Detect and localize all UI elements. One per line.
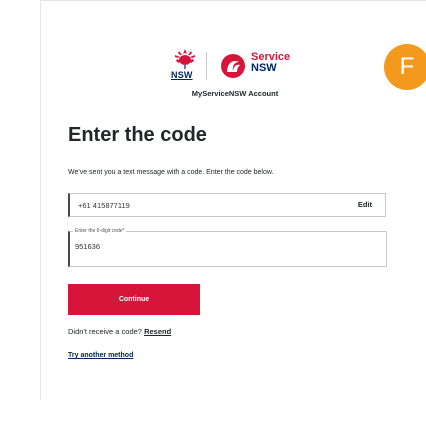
code-field[interactable]: Enter the 6-digit code* xyxy=(68,228,387,267)
resend-prompt: Didn't receive a code? Resend xyxy=(68,327,171,336)
content-frame-top-border xyxy=(40,0,426,1)
page-title: Enter the code xyxy=(68,124,207,146)
continue-button[interactable]: Continue xyxy=(68,284,200,315)
code-field-label: Enter the 6-digit code* xyxy=(73,228,127,234)
nsw-word: NSW xyxy=(251,62,277,74)
resend-prompt-text: Didn't receive a code? xyxy=(68,327,142,336)
service-nsw-wordmark: Service NSW xyxy=(251,52,290,74)
code-input[interactable] xyxy=(75,242,275,251)
user-avatar[interactable]: F xyxy=(384,44,426,90)
phone-number-field: +61 415877119 Edit xyxy=(68,193,386,217)
try-another-method-link[interactable]: Try another method xyxy=(68,352,133,359)
nsw-logo-text: NSW xyxy=(171,70,193,80)
account-label: MyServiceNSW Account xyxy=(191,89,279,98)
brand-logos: NSW Service NSW xyxy=(170,48,315,86)
instruction-text: We've sent you a text message with a cod… xyxy=(68,169,274,176)
phone-number-value: +61 415877119 xyxy=(78,201,130,210)
content-frame-left-border xyxy=(40,0,41,400)
service-nsw-icon xyxy=(221,54,245,78)
resend-link[interactable]: Resend xyxy=(144,327,171,336)
edit-phone-button[interactable]: Edit xyxy=(358,200,372,209)
logo-separator xyxy=(206,52,207,80)
